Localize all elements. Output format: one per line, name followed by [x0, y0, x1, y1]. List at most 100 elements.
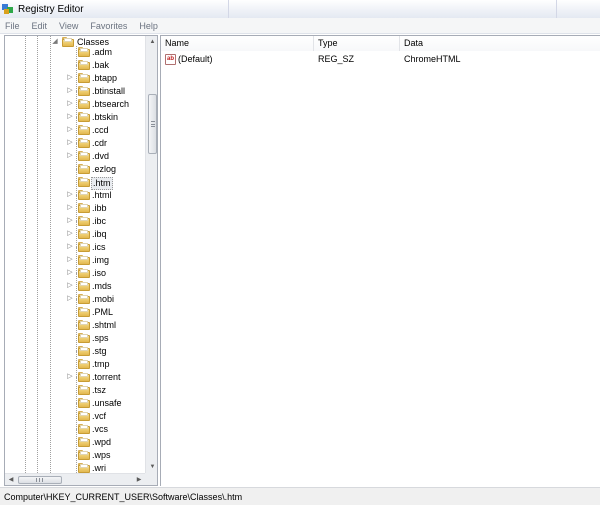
tree-item-label: .ibb: [92, 203, 107, 213]
tree-item-label: .vcs: [92, 424, 109, 434]
tree-item[interactable]: .vcf: [5, 410, 145, 423]
tree-item[interactable]: ▷ .btskin: [5, 111, 145, 124]
scroll-left-arrow-icon[interactable]: ◀: [5, 474, 17, 485]
tree-item[interactable]: ▷ .ibb: [5, 202, 145, 215]
tree-item[interactable]: ▷ .mds: [5, 280, 145, 293]
key-tree-pane[interactable]: ◢ Classes .adm .bak ▷ .btapp ▷ .btinstall ▷ .bt…: [4, 35, 158, 486]
expand-arrow-icon[interactable]: ▷: [67, 373, 73, 381]
menu-file[interactable]: File: [4, 21, 21, 31]
scroll-down-arrow-icon[interactable]: ▼: [146, 461, 157, 473]
tree-item[interactable]: ▷ .torrent: [5, 371, 145, 384]
tree-item[interactable]: ▷ .ibq: [5, 228, 145, 241]
column-header-data[interactable]: Data: [400, 36, 600, 51]
tree-item[interactable]: .unsafe: [5, 397, 145, 410]
tree-item[interactable]: .htm: [5, 176, 145, 190]
tree-item[interactable]: ▷ .ccd: [5, 124, 145, 137]
folder-icon: [78, 333, 90, 343]
scroll-up-arrow-icon[interactable]: ▲: [146, 36, 157, 48]
tree-item[interactable]: .shtml: [5, 319, 145, 332]
expand-arrow-icon[interactable]: ▷: [67, 87, 73, 95]
menu-help[interactable]: Help: [138, 21, 159, 31]
folder-icon: [78, 60, 90, 70]
folder-icon: [78, 346, 90, 356]
tree-horizontal-scrollbar[interactable]: ◀ ▶: [5, 473, 145, 485]
folder-icon: [78, 86, 90, 96]
tree-item-label: .wri: [92, 463, 106, 473]
tree-item[interactable]: ▷ .ibc: [5, 215, 145, 228]
expand-arrow-icon[interactable]: ▷: [67, 282, 73, 290]
values-pane[interactable]: Name Type Data ab (Default) REG_SZ Chrom…: [160, 35, 600, 486]
tree-item[interactable]: .wri: [5, 462, 145, 473]
tree-item[interactable]: .sps: [5, 332, 145, 345]
window-title: Registry Editor: [18, 3, 84, 15]
menu-favorites[interactable]: Favorites: [89, 21, 128, 31]
column-header-type[interactable]: Type: [314, 36, 400, 51]
value-type: REG_SZ: [318, 54, 355, 64]
menu-bar: File Edit View Favorites Help: [0, 18, 600, 34]
tree-item[interactable]: .bak: [5, 59, 145, 72]
tree-item[interactable]: .tmp: [5, 358, 145, 371]
tree-item[interactable]: ▷ .btapp: [5, 72, 145, 85]
tree-item-label: .ccd: [92, 125, 109, 135]
tree-item-label: .PML: [92, 307, 114, 317]
tree-item-label: .html: [92, 190, 112, 200]
scroll-thumb[interactable]: [148, 94, 157, 154]
column-header-name[interactable]: Name: [161, 36, 314, 51]
menu-edit[interactable]: Edit: [31, 21, 49, 31]
folder-icon: [78, 151, 90, 161]
tree-item[interactable]: .wps: [5, 449, 145, 462]
folder-icon: [78, 229, 90, 239]
folder-icon: [78, 307, 90, 317]
tree-item[interactable]: ▷ .ics: [5, 241, 145, 254]
expand-arrow-icon[interactable]: ▷: [67, 243, 73, 251]
folder-icon: [78, 320, 90, 330]
tree-item[interactable]: .wpd: [5, 436, 145, 449]
expand-arrow-icon[interactable]: ▷: [67, 100, 73, 108]
expand-arrow-icon[interactable]: ▷: [67, 126, 73, 134]
expand-arrow-icon[interactable]: ▷: [67, 295, 73, 303]
tree-item-label: .wpd: [92, 437, 112, 447]
collapse-arrow-icon[interactable]: ◢: [52, 38, 58, 46]
background-divider: [228, 0, 229, 18]
tree-item[interactable]: .stg: [5, 345, 145, 358]
tree-item[interactable]: ▷ .img: [5, 254, 145, 267]
expand-arrow-icon[interactable]: ▷: [67, 230, 73, 238]
tree-item[interactable]: ▷ .btsearch: [5, 98, 145, 111]
tree-item[interactable]: .vcs: [5, 423, 145, 436]
folder-icon: [78, 398, 90, 408]
expand-arrow-icon[interactable]: ▷: [67, 204, 73, 212]
folder-icon: [78, 294, 90, 304]
tree-item[interactable]: .PML: [5, 306, 145, 319]
tree-item[interactable]: ▷ .dvd: [5, 150, 145, 163]
tree-item[interactable]: ▷ .mobi: [5, 293, 145, 306]
expand-arrow-icon[interactable]: ▷: [67, 217, 73, 225]
value-row[interactable]: ab (Default) REG_SZ ChromeHTML: [161, 53, 600, 66]
expand-arrow-icon[interactable]: ▷: [67, 269, 73, 277]
tree-item-label: .sps: [92, 333, 109, 343]
folder-icon: [78, 112, 90, 122]
tree-item-label: .ezlog: [92, 164, 117, 174]
scroll-thumb[interactable]: [18, 476, 62, 484]
expand-arrow-icon[interactable]: ▷: [67, 113, 73, 121]
tree-item[interactable]: .adm: [5, 46, 145, 59]
tree-item[interactable]: .ezlog: [5, 163, 145, 176]
tree-item[interactable]: ▷ .iso: [5, 267, 145, 280]
folder-icon: [78, 203, 90, 213]
expand-arrow-icon[interactable]: ▷: [67, 191, 73, 199]
tree-item[interactable]: ▷ .cdr: [5, 137, 145, 150]
folder-icon: [78, 73, 90, 83]
tree-item[interactable]: ▷ .btinstall: [5, 85, 145, 98]
folder-icon: [78, 463, 90, 473]
menu-view[interactable]: View: [58, 21, 79, 31]
tree-vertical-scrollbar[interactable]: ▲ ▼: [145, 36, 157, 473]
expand-arrow-icon[interactable]: ▷: [67, 139, 73, 147]
tree-item[interactable]: .tsz: [5, 384, 145, 397]
expand-arrow-icon[interactable]: ▷: [67, 256, 73, 264]
scroll-right-arrow-icon[interactable]: ▶: [133, 474, 145, 485]
registry-editor-icon: [2, 3, 14, 15]
expand-arrow-icon[interactable]: ▷: [67, 74, 73, 82]
tree-item[interactable]: ▷ .html: [5, 189, 145, 202]
tree-item-label: .iso: [92, 268, 107, 278]
folder-icon: [78, 437, 90, 447]
expand-arrow-icon[interactable]: ▷: [67, 152, 73, 160]
